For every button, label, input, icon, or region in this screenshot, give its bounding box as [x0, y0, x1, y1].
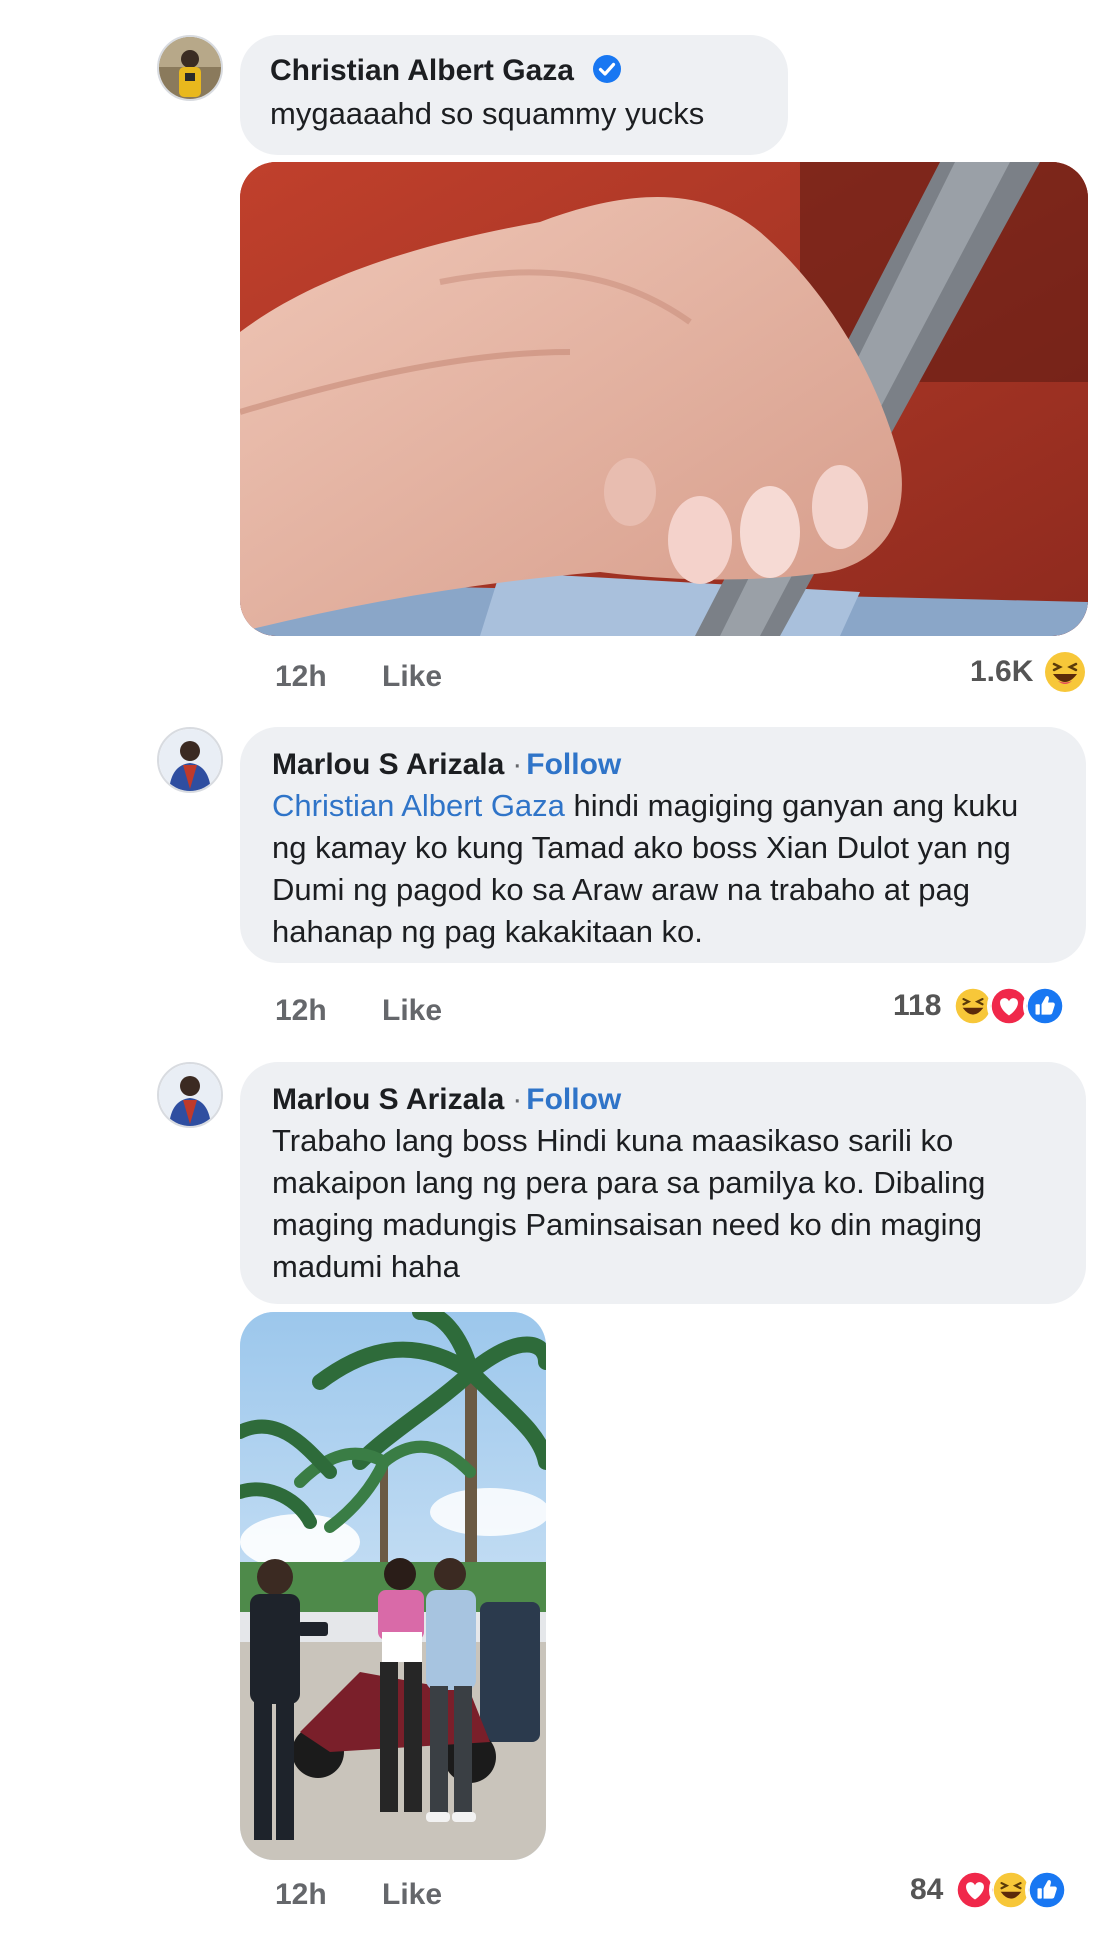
comment-text: Trabaho lang boss Hindi kuna maasikaso s… [272, 1123, 986, 1284]
like-reaction-icon [1023, 984, 1068, 1028]
like-button[interactable]: Like [382, 1878, 442, 1912]
avatar[interactable] [157, 727, 223, 793]
follow-button[interactable]: Follow [526, 1083, 621, 1116]
reaction-count: 118 [893, 989, 942, 1022]
separator-dot: · [512, 1083, 523, 1116]
like-reaction-icon [1025, 1868, 1070, 1912]
comment-text: Christian Albert Gaza hindi magiging gan… [272, 785, 1054, 953]
comment-timestamp[interactable]: 12h [275, 660, 327, 694]
verified-badge-icon [593, 55, 622, 83]
reaction-summary[interactable]: 118 [893, 984, 1068, 1028]
avatar-image [159, 1064, 221, 1126]
comment-photo[interactable] [240, 162, 1088, 636]
like-button[interactable]: Like [382, 660, 442, 694]
follow-button[interactable]: Follow [526, 748, 621, 781]
comment-author[interactable]: Marlou S Arizala [272, 748, 504, 781]
comment-bubble: Marlou S Arizala · Follow Christian Albert… [240, 727, 1086, 963]
reaction-summary[interactable]: 1.6K [970, 650, 1087, 694]
people-photo-image [240, 1312, 546, 1860]
like-button[interactable]: Like [382, 994, 442, 1028]
mention-link[interactable]: Christian Albert Gaza [272, 788, 565, 823]
avatar[interactable] [157, 35, 223, 101]
comment-bubble: Christian Albert Gaza mygaaaahd so squam… [240, 35, 788, 155]
avatar-image [159, 729, 221, 791]
reaction-summary[interactable]: 84 [910, 1868, 1070, 1912]
reaction-count: 1.6K [970, 655, 1034, 688]
reaction-count: 84 [910, 1873, 944, 1906]
comment-author[interactable]: Christian Albert Gaza [270, 54, 574, 87]
comment-bubble: Marlou S Arizala · Follow Trabaho lang bos… [240, 1062, 1086, 1304]
avatar-image [159, 37, 221, 99]
comment-timestamp[interactable]: 12h [275, 994, 327, 1028]
comment-text: mygaaaahd so squammy yucks [270, 96, 705, 131]
separator-dot: · [512, 748, 523, 781]
hand-photo-image [240, 162, 1088, 636]
comment-author[interactable]: Marlou S Arizala [272, 1083, 504, 1116]
avatar[interactable] [157, 1062, 223, 1128]
comment-photo[interactable] [240, 1312, 546, 1860]
comment-timestamp[interactable]: 12h [275, 1878, 327, 1912]
haha-reaction-icon [1045, 652, 1086, 692]
